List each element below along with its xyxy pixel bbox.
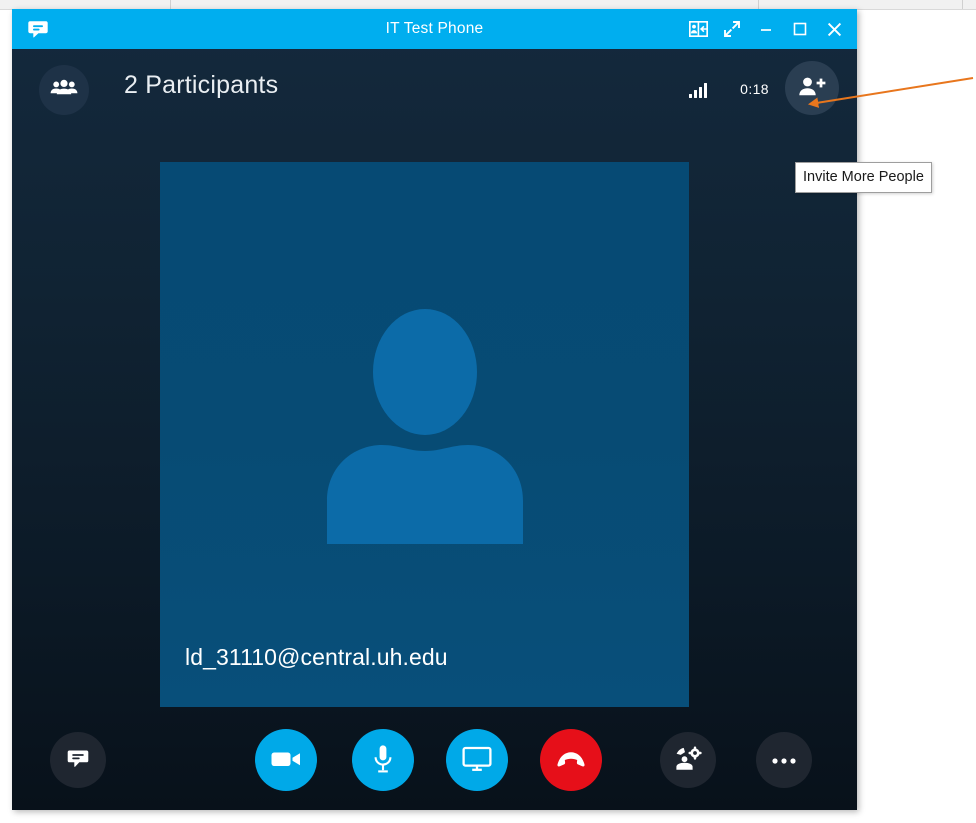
title-bar: IT Test Phone — [12, 9, 857, 49]
invite-more-people-tooltip: Invite More People — [795, 162, 932, 193]
person-plus-icon — [797, 75, 827, 102]
maximize-icon[interactable] — [783, 12, 817, 46]
signal-bars-icon — [689, 82, 707, 98]
bg-seam — [962, 0, 963, 9]
microphone-icon — [372, 744, 394, 777]
chat-button[interactable] — [50, 732, 106, 788]
expand-arrows-icon[interactable] — [715, 12, 749, 46]
screen-share-button[interactable] — [446, 729, 508, 791]
people-group-icon — [50, 78, 78, 103]
video-camera-icon — [270, 748, 302, 773]
more-options-button[interactable] — [756, 732, 812, 788]
call-settings-button[interactable] — [660, 732, 716, 788]
close-icon[interactable] — [817, 12, 851, 46]
bg-seam — [170, 0, 171, 9]
bg-seam — [758, 0, 759, 9]
participants-label: 2 Participants — [124, 71, 279, 99]
person-silhouette-icon — [315, 309, 535, 549]
hang-up-button[interactable] — [540, 729, 602, 791]
call-duration: 0:18 — [740, 81, 769, 97]
participant-display-name: ld_31110@central.uh.edu — [185, 644, 448, 670]
call-toolbar — [12, 707, 857, 810]
monitor-screen-share-icon — [462, 746, 492, 775]
skype-chat-bubble-icon — [26, 17, 50, 41]
video-toggle-button[interactable] — [255, 729, 317, 791]
ellipsis-icon — [771, 753, 797, 768]
call-window: IT Test Phone 2 Participants 0:18 ld_311… — [12, 9, 857, 810]
participant-video-tile[interactable]: ld_31110@central.uh.edu — [160, 162, 689, 707]
call-header: 2 Participants 0:18 — [12, 49, 857, 129]
contact-card-icon[interactable] — [681, 12, 715, 46]
invite-more-people-button[interactable] — [785, 61, 839, 115]
minimize-icon[interactable] — [749, 12, 783, 46]
chat-bubble-icon — [65, 746, 91, 775]
hang-up-phone-icon — [555, 749, 587, 772]
titlebar-button-group — [681, 9, 851, 49]
microphone-toggle-button[interactable] — [352, 729, 414, 791]
call-settings-gear-icon — [674, 746, 702, 775]
participants-button[interactable] — [39, 65, 89, 115]
